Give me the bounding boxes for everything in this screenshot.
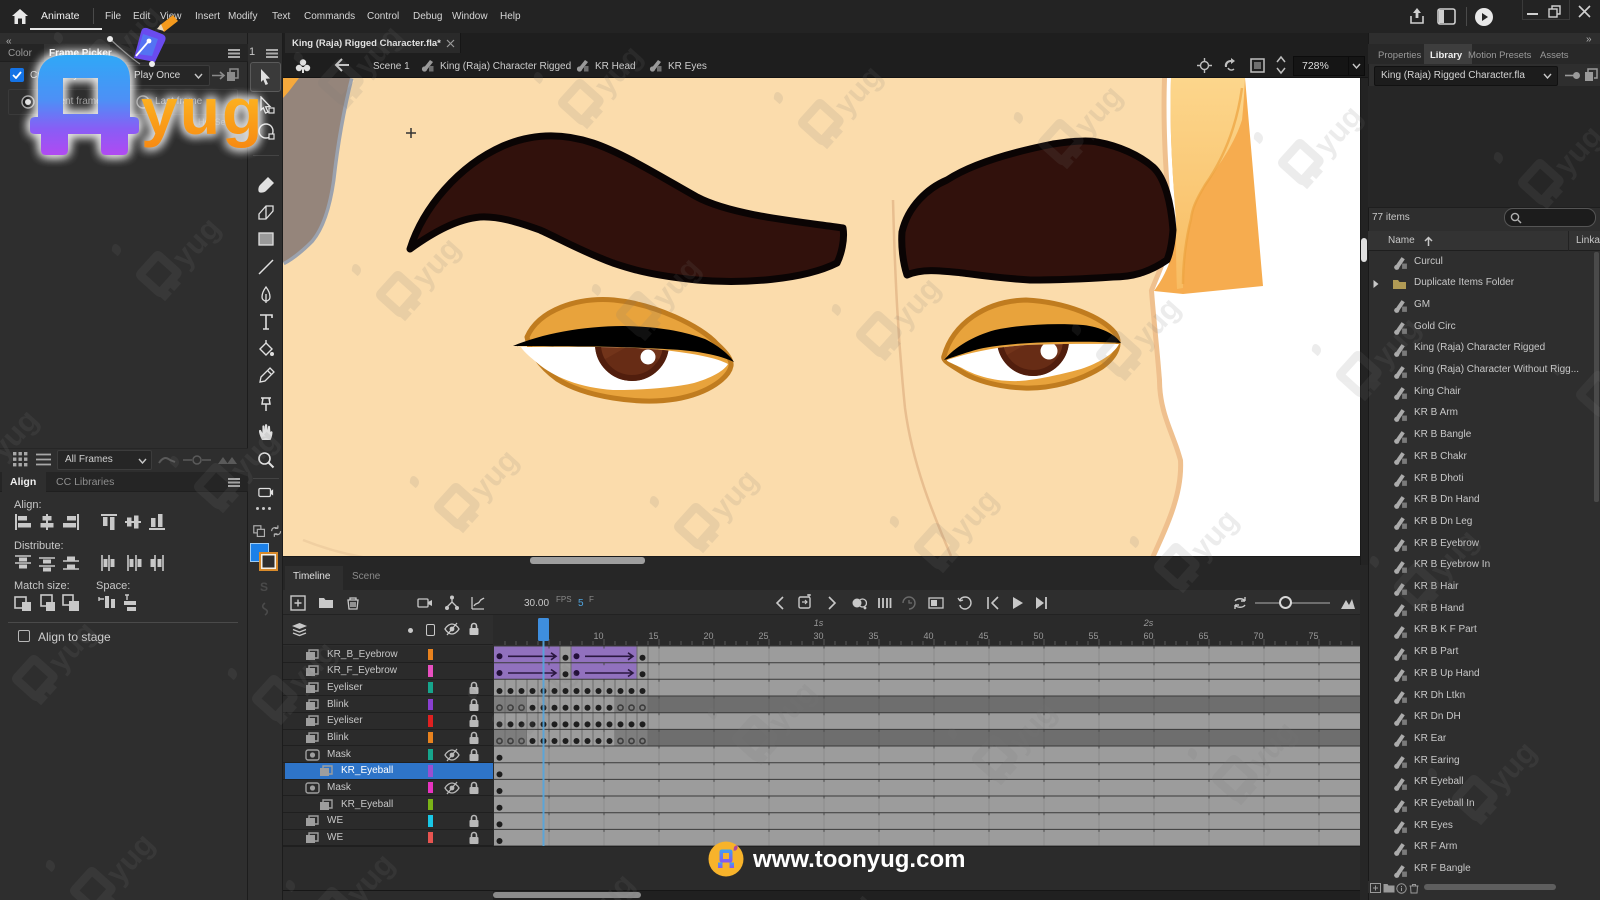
svg-text:75: 75 [1308,631,1318,641]
svg-text:25: 25 [758,631,768,641]
svg-text:2s: 2s [1143,618,1154,628]
svg-text:10: 10 [593,631,603,641]
svg-text:30: 30 [813,631,823,641]
svg-text:20: 20 [703,631,713,641]
svg-text:55: 55 [1088,631,1098,641]
svg-text:45: 45 [978,631,988,641]
svg-text:60: 60 [1143,631,1153,641]
svg-text:35: 35 [868,631,878,641]
svg-text:70: 70 [1253,631,1263,641]
svg-text:40: 40 [923,631,933,641]
svg-text:50: 50 [1033,631,1043,641]
svg-text:65: 65 [1198,631,1208,641]
svg-text:1s: 1s [814,618,824,628]
svg-text:15: 15 [648,631,658,641]
